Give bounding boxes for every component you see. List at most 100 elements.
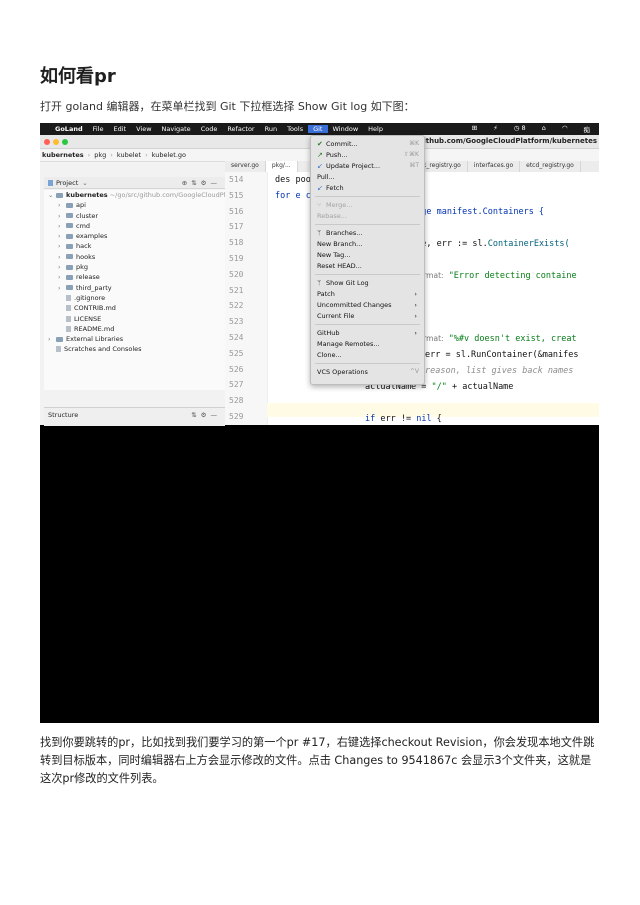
status-icon-5[interactable]: ◠ [557,124,573,134]
structure-label: Structure [48,411,79,419]
menu-item-uncommitted-changes[interactable]: Uncommitted Changes › [317,300,419,310]
tree-item-label: cluster [76,211,99,220]
menu-item-update-project[interactable]: ↙ Update Project... ⌘T [317,161,419,171]
code-line-526: reason, list gives back names [425,366,574,376]
menu-item-pull[interactable]: Pull... [317,172,419,182]
project-view-selector[interactable]: Project [56,179,78,187]
file-icon [56,346,61,353]
folder-icon [66,233,73,239]
tree-item[interactable]: › pkg [44,262,225,272]
chevron-right-icon: › [58,263,61,272]
menu-git[interactable]: Git [308,125,328,133]
chevron-right-icon: › [58,283,61,292]
menu-item-merge[interactable]: ⑂ Merge... [317,200,419,210]
line-number: 522 [229,301,244,311]
menu-item-manage-remotes[interactable]: Manage Remotes... [317,339,419,349]
tab-etcd-registry[interactable]: etcd_registry.go [520,161,581,172]
close-window-icon[interactable] [44,139,50,145]
menu-item-branches[interactable]: ᛘ Branches... [317,228,419,238]
menu-file[interactable]: File [88,125,109,133]
menu-help[interactable]: Help [363,125,388,133]
file-icon [66,294,71,301]
tab-interfaces[interactable]: interfaces.go [468,161,521,172]
fetch-icon: ↙ [317,184,323,192]
menu-item-new-tag[interactable]: New Tag... [317,250,419,260]
structure-toolbar-icons[interactable]: ⇅⚙— [191,411,221,419]
project-toolbar-icons[interactable]: ⊕⇅⚙— [182,179,221,187]
menu-navigate[interactable]: Navigate [157,125,196,133]
chevron-right-icon: › [48,335,51,344]
zoom-window-icon[interactable] [62,139,68,145]
status-icon-3[interactable]: ◷ 8 [509,124,531,134]
chevron-right-icon: › [58,242,61,251]
menu-item-reset-head[interactable]: Reset HEAD... [317,261,419,271]
menu-item-new-branch[interactable]: New Branch... [317,239,419,249]
tree-item[interactable]: › hooks [44,252,225,262]
menu-app-goland[interactable]: GoLand [50,125,88,133]
menu-refactor[interactable]: Refactor [222,125,259,133]
menu-view[interactable]: View [131,125,156,133]
tree-item[interactable]: › release [44,272,225,282]
line-number: 528 [229,396,244,406]
breadcrumb-item[interactable]: pkg [94,151,106,159]
tree-item[interactable]: › hack [44,241,225,251]
intro-paragraph: 打开 goland 编辑器，在菜单栏找到 Git 下拉框选择 Show Git … [40,100,415,113]
minimize-window-icon[interactable] [53,139,59,145]
status-icon-1[interactable]: ⊞ [467,124,482,134]
tree-item[interactable]: ⌄ kubernetes ~/go/src/github.com/GoogleCl… [44,190,234,200]
tree-item[interactable]: › cluster [44,211,225,221]
chevron-right-icon: ⌄ [48,191,54,199]
tree-item[interactable]: .gitignore [44,293,225,303]
menu-separator [315,196,420,197]
tree-item[interactable]: › third_party [44,283,225,293]
menu-item-clone[interactable]: Clone... [317,350,419,360]
code-line-516: ange manifest.Containers { [411,207,545,217]
breadcrumb-item[interactable]: kubelet [117,151,141,159]
line-number: 520 [229,269,244,279]
menu-run[interactable]: Run [260,125,282,133]
tree-item-label: LICENSE [74,314,102,323]
status-icon-6[interactable]: 痴 [579,124,596,134]
tree-item-label: .gitignore [74,293,106,302]
file-icon [66,315,71,322]
menu-tools[interactable]: Tools [282,125,308,133]
menu-edit[interactable]: Edit [109,125,132,133]
menu-item-push[interactable]: ↗ Push... ⇧⌘K [317,150,419,160]
menu-item-vcs-operations[interactable]: VCS Operations ^V [317,367,419,377]
menu-window[interactable]: Window [328,125,364,133]
menu-item-show-git-log[interactable]: ᛘ Show Git Log [317,278,419,288]
chevron-right-icon: › [58,221,61,230]
tree-item-label: README.md [74,324,115,333]
tree-item[interactable]: Scratches and Consoles [44,344,225,354]
tab-pkg[interactable]: pkg/... [265,161,298,172]
chevron-down-icon[interactable]: ⌄ [82,179,87,187]
menu-item-rebase[interactable]: Rebase... [317,211,419,221]
breadcrumb-item[interactable]: kubernetes [42,151,84,159]
menu-item-commit[interactable]: ✔ Commit... ⌘K [317,139,419,149]
menu-code[interactable]: Code [196,125,223,133]
tree-item[interactable]: › examples [44,231,225,241]
tree-item[interactable]: › api [44,200,225,210]
tab-server-go[interactable]: server.go [225,161,266,172]
structure-panel: Structure ⇅⚙— [44,407,225,426]
folder-icon [66,213,73,219]
tree-item[interactable]: LICENSE [44,314,225,324]
chevron-right-icon: › [58,201,61,210]
merge-icon: ⑂ [317,201,322,209]
breadcrumb-item[interactable]: kubelet.go [152,151,186,159]
tree-item[interactable]: › cmd [44,221,225,231]
line-number: 515 [229,190,244,200]
menu-item-fetch[interactable]: ↙ Fetch [317,183,419,193]
menu-item-github[interactable]: GitHub › [317,328,419,338]
tree-item[interactable]: CONTRIB.md [44,303,225,313]
menu-separator [315,324,420,325]
tree-item-label: hooks [76,252,96,261]
menu-item-patch[interactable]: Patch › [317,289,419,299]
menu-item-current-file[interactable]: Current File › [317,311,419,321]
tree-item[interactable]: README.md [44,324,225,334]
status-icon-4[interactable]: ⌂ [537,124,551,134]
status-icon-2[interactable]: ⚡ [488,124,503,134]
line-number: 524 [229,333,244,342]
line-number: 527 [229,380,244,390]
tree-item[interactable]: › External Libraries [44,334,225,344]
